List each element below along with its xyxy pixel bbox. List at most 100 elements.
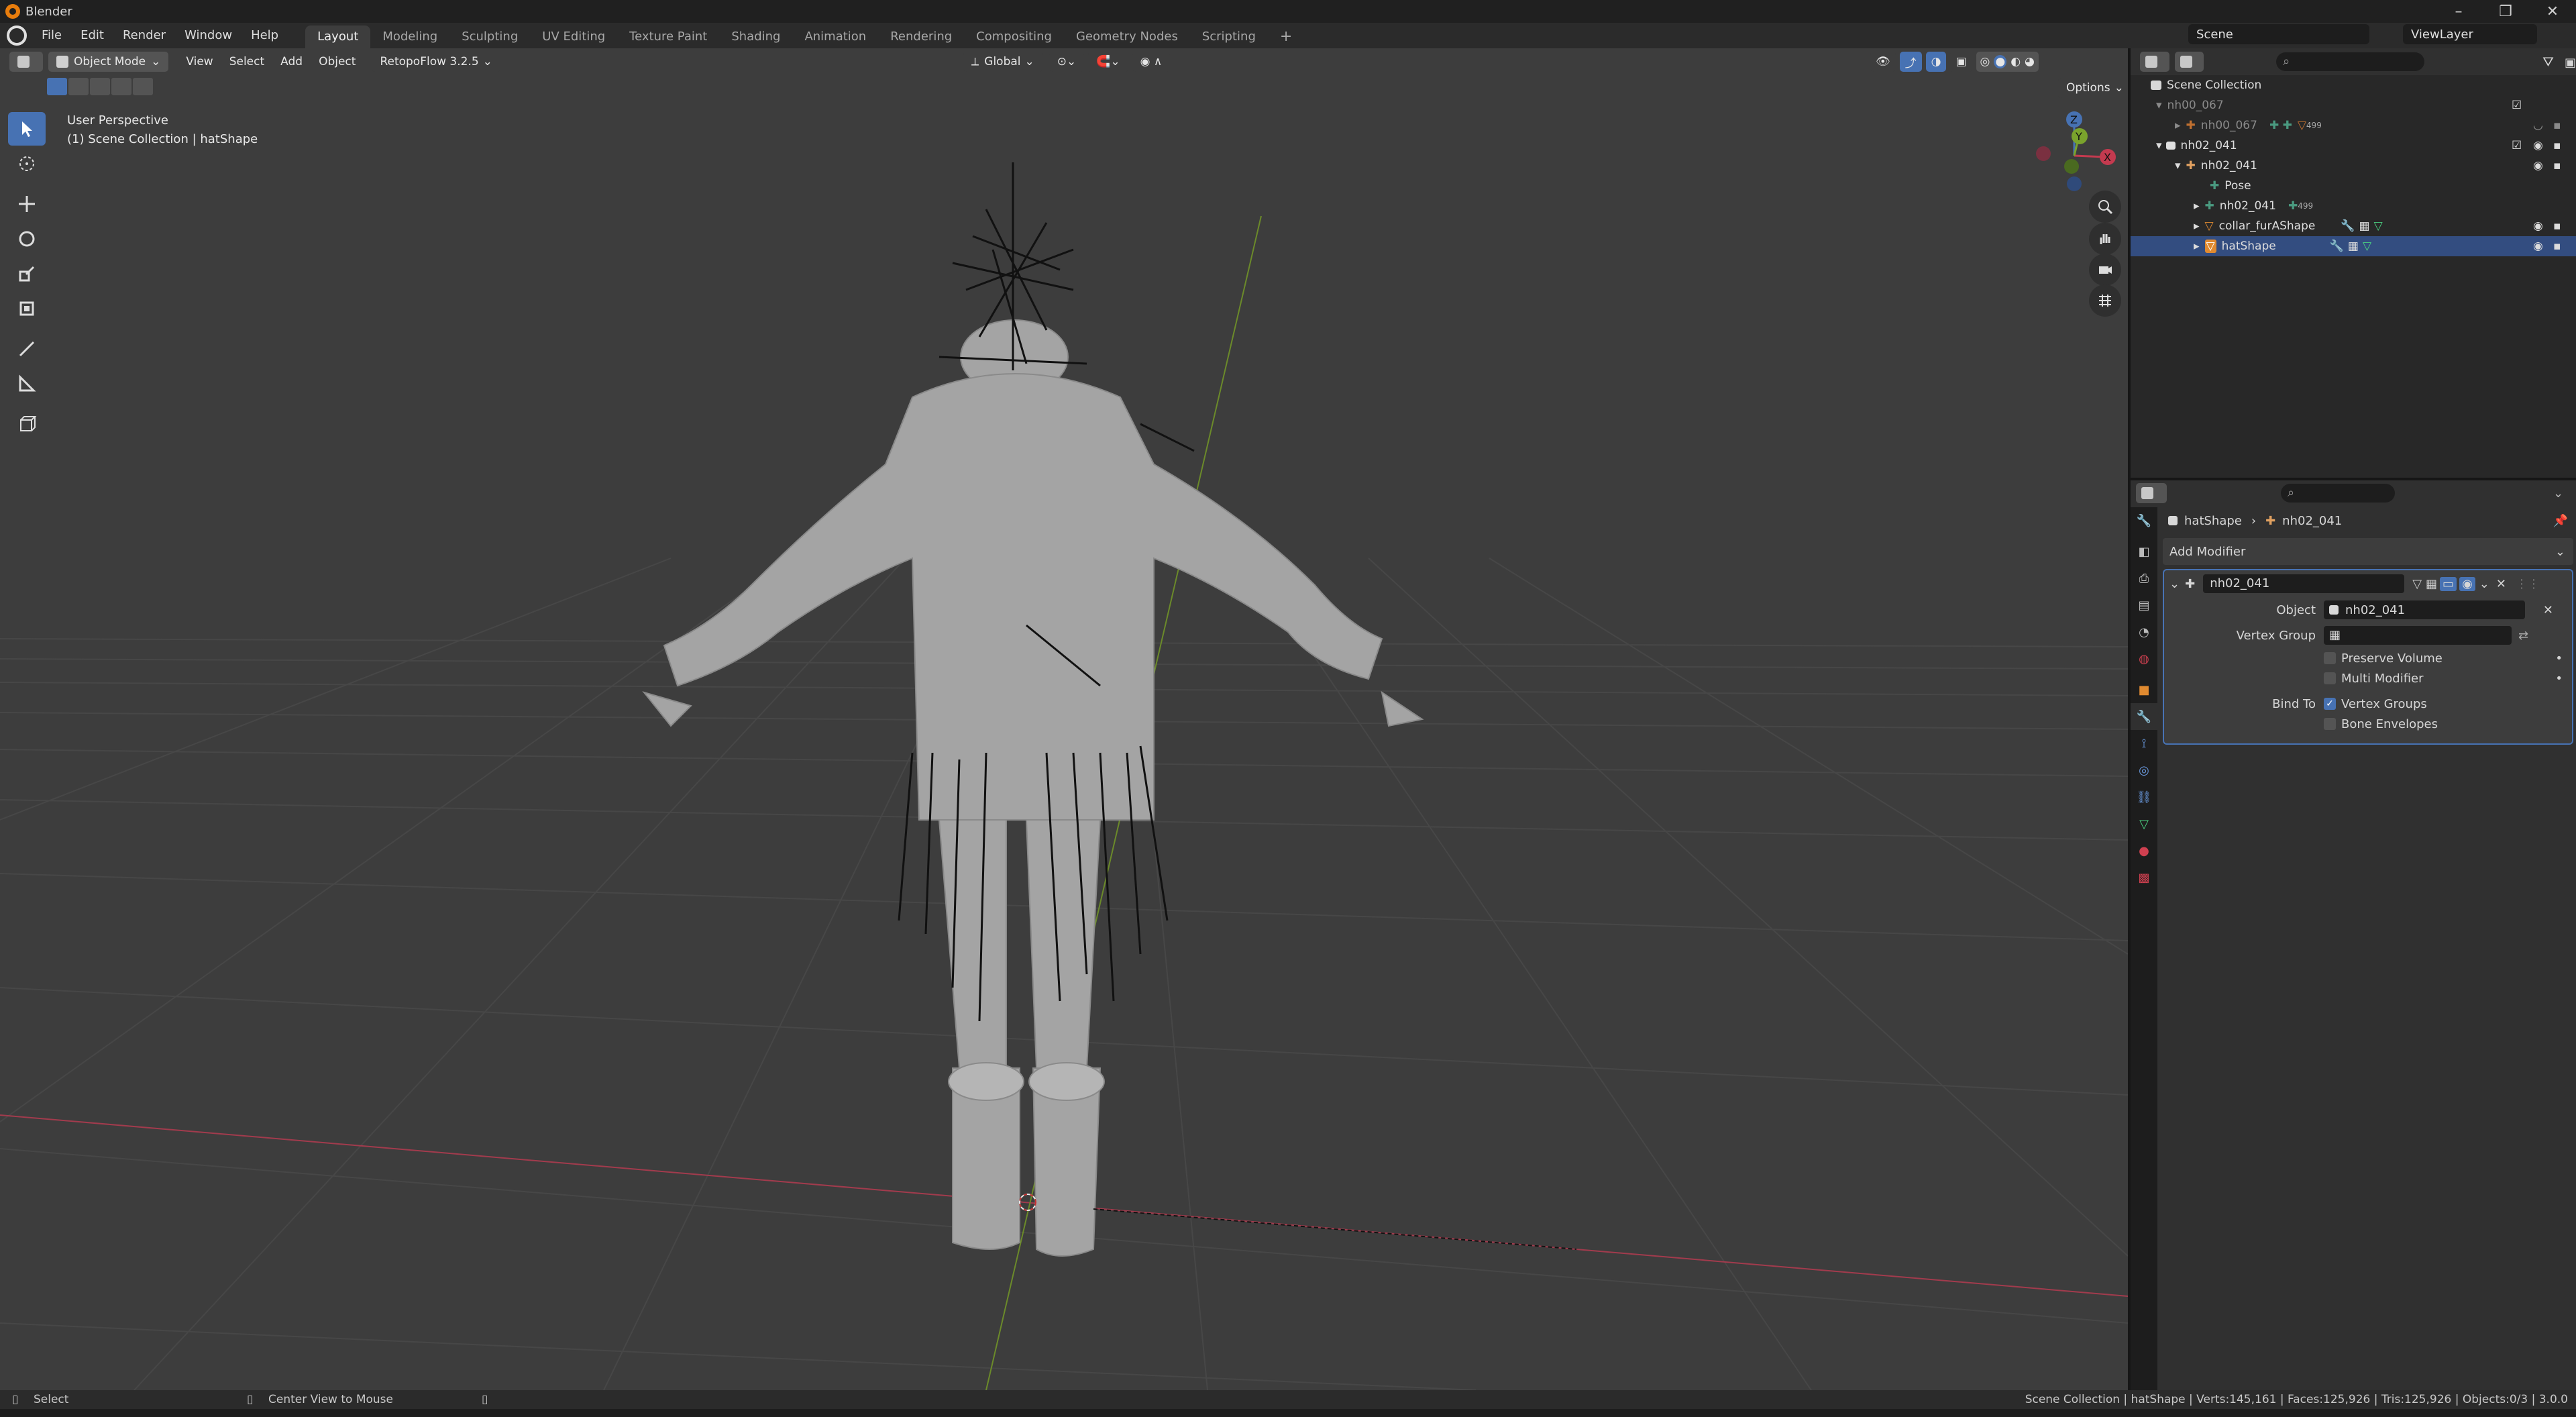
select-new-icon[interactable] — [47, 78, 67, 95]
outliner-row-root[interactable]: Scene Collection — [2131, 75, 2576, 95]
visibility-icon[interactable]: 👁 — [1870, 52, 1896, 72]
keyframe-dot-icon[interactable]: • — [2555, 651, 2563, 666]
render-tab-icon[interactable]: ◧ — [2131, 538, 2157, 565]
scale-tool[interactable] — [8, 257, 46, 291]
modifier-tab-icon[interactable]: 🔧 — [2131, 703, 2157, 730]
viewport-menu-view[interactable]: View — [178, 55, 221, 68]
menu-render[interactable]: Render — [113, 23, 175, 48]
3d-viewport[interactable]: Object Mode ⌄ View Select Add Object Ret… — [0, 48, 2128, 1390]
viewport-menu-add[interactable]: Add — [272, 55, 311, 68]
expand-icon[interactable]: ▾ — [2175, 159, 2181, 172]
expand-icon[interactable]: ▸ — [2175, 119, 2181, 132]
eye-icon[interactable]: ◉ — [2533, 219, 2543, 233]
display-mode-button[interactable] — [2174, 52, 2204, 72]
scene-selector[interactable]: Scene — [2188, 24, 2369, 44]
tab-uv-editing[interactable]: UV Editing — [530, 25, 617, 48]
tab-scripting[interactable]: Scripting — [1190, 25, 1268, 48]
texture-tab-icon[interactable]: ▩ — [2131, 864, 2157, 891]
select-subtract-icon[interactable] — [90, 78, 110, 95]
select-extend-icon[interactable] — [68, 78, 89, 95]
camera-icon[interactable]: ▪ — [2553, 139, 2561, 152]
output-tab-icon[interactable]: ⎙ — [2131, 565, 2157, 592]
restore-button[interactable]: ❐ — [2482, 0, 2529, 23]
expand-icon[interactable]: ▾ — [2156, 139, 2162, 152]
eye-icon[interactable]: ◉ — [2533, 139, 2543, 152]
add-workspace-button[interactable]: + — [1268, 25, 1304, 48]
pan-hand-icon[interactable] — [2089, 223, 2121, 255]
eye-icon[interactable]: ◉ — [2533, 159, 2543, 172]
menu-file[interactable]: File — [32, 23, 71, 48]
preserve-volume-checkbox[interactable] — [2324, 652, 2336, 664]
bone-envelopes-row[interactable]: Bone Envelopes — [2164, 714, 2572, 734]
view-layer-tab-icon[interactable]: ▤ — [2131, 592, 2157, 619]
transform-orientation[interactable]: ⟂ Global ⌄ — [963, 52, 1042, 72]
outliner-row[interactable]: ▾ nh02_041 ☑ ◉ ▪ — [2131, 136, 2576, 156]
edit-mode-toggle-icon[interactable]: ▽ — [2412, 577, 2422, 591]
material-shading-icon[interactable]: ◐ — [2010, 55, 2021, 68]
retopoflow-menu[interactable]: RetopoFlow 3.2.5 ⌄ — [372, 52, 500, 72]
checkbox-icon[interactable]: ☑ — [2512, 99, 2522, 112]
vertex-groups-checkbox[interactable]: ✓ — [2324, 698, 2336, 710]
camera-icon[interactable] — [2089, 254, 2121, 286]
filter-icon[interactable]: ⛛ — [2542, 54, 2554, 70]
keyframe-dot-icon[interactable]: • — [2555, 672, 2563, 686]
editor-type-button[interactable] — [2140, 52, 2169, 72]
menu-edit[interactable]: Edit — [71, 23, 113, 48]
material-tab-icon[interactable]: ● — [2131, 837, 2157, 864]
outliner-row[interactable]: ▸ ✚ nh00_067 ✚ ✚ ▽ 499 ◡ ▪ — [2131, 115, 2576, 136]
tab-shading[interactable]: Shading — [719, 25, 792, 48]
expand-icon[interactable]: ▸ — [2194, 199, 2200, 213]
snap-button[interactable]: 🧲⌄ — [1088, 52, 1128, 72]
editor-type-button[interactable] — [2136, 483, 2167, 503]
add-cube-tool[interactable] — [8, 407, 46, 441]
wireframe-shading-icon[interactable]: ◎ — [1980, 55, 1990, 68]
preserve-volume-row[interactable]: Preserve Volume • — [2164, 648, 2572, 668]
viewlayer-selector[interactable]: ViewLayer — [2403, 24, 2537, 44]
gizmo-toggle-icon[interactable]: ⤴ — [1899, 52, 1922, 72]
drag-handle-icon[interactable]: ⋮⋮ — [2516, 577, 2540, 591]
rotate-tool[interactable] — [8, 222, 46, 256]
tab-sculpting[interactable]: Sculpting — [449, 25, 530, 48]
outliner-row[interactable]: ▸ ▽ collar_furAShape 🔧 ▦ ▽ ◉ ▪ — [2131, 216, 2576, 236]
collapse-icon[interactable]: ⌄ — [2169, 577, 2180, 591]
cursor-tool[interactable] — [8, 147, 46, 180]
outliner-row-selected[interactable]: ▸ ▽ hatShape 🔧 ▦ ▽ ◉ ▪ — [2131, 236, 2576, 256]
pivot-point-button[interactable]: ⊙⌄ — [1049, 52, 1085, 72]
tab-rendering[interactable]: Rendering — [878, 25, 964, 48]
clear-field-icon[interactable]: ✕ — [2543, 603, 2553, 617]
options-button[interactable]: Options ⌄ — [2058, 78, 2128, 98]
xray-icon[interactable]: ▣ — [1950, 52, 1972, 72]
grid-perspective-icon[interactable] — [2089, 284, 2121, 317]
object-field[interactable]: nh02_041 ✕ — [2324, 600, 2553, 619]
camera-icon[interactable]: ▪ — [2553, 219, 2561, 233]
expand-icon[interactable]: ▸ — [2194, 219, 2200, 233]
multi-modifier-checkbox[interactable] — [2324, 672, 2336, 684]
checkbox-icon[interactable]: ☑ — [2512, 139, 2522, 152]
tab-layout[interactable]: Layout — [305, 25, 371, 48]
tab-geometry-nodes[interactable]: Geometry Nodes — [1064, 25, 1190, 48]
eye-closed-icon[interactable]: ◡ — [2533, 119, 2543, 132]
new-collection-icon[interactable]: ▣ — [2565, 56, 2576, 70]
add-modifier-button[interactable]: Add Modifier ⌄ — [2163, 538, 2573, 565]
data-tab-icon[interactable]: ▽ — [2131, 810, 2157, 837]
outliner-row[interactable]: ▾ nh00_067 ☑ — [2131, 95, 2576, 115]
shading-mode-group[interactable]: ◎ ● ◐ ◕ — [1976, 52, 2039, 72]
scene-tab-icon[interactable]: ◔ — [2131, 619, 2157, 645]
outliner-search-input[interactable]: ⌕ — [2276, 52, 2425, 71]
select-invert-icon[interactable] — [133, 78, 153, 95]
mode-selector[interactable]: Object Mode ⌄ — [48, 52, 169, 72]
properties-search-input[interactable]: ⌕ — [2281, 484, 2395, 503]
move-tool[interactable] — [8, 187, 46, 221]
chevron-down-icon[interactable]: ⌄ — [2553, 486, 2563, 501]
menu-window[interactable]: Window — [175, 23, 241, 48]
editor-type-button[interactable] — [9, 52, 43, 72]
outliner-row[interactable]: ▸ ✚ nh02_041 ✚ 499 — [2131, 196, 2576, 216]
measure-tool[interactable] — [8, 367, 46, 401]
tab-animation[interactable]: Animation — [792, 25, 878, 48]
tab-texture-paint[interactable]: Texture Paint — [617, 25, 719, 48]
particles-tab-icon[interactable]: ⟟ — [2131, 730, 2157, 757]
cage-toggle-icon[interactable]: ▦ — [2426, 577, 2437, 591]
multi-modifier-row[interactable]: Multi Modifier • — [2164, 668, 2572, 688]
invert-icon[interactable]: ⇄ — [2518, 629, 2528, 643]
tab-modeling[interactable]: Modeling — [370, 25, 449, 48]
